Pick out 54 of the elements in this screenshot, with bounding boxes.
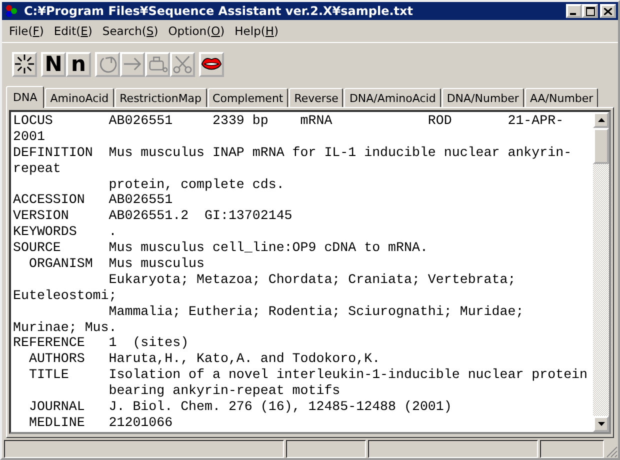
scroll-thumb[interactable] — [593, 128, 609, 164]
status-panel — [540, 440, 604, 458]
text-line: VERSION AB026551.2 GI:13702145 — [13, 208, 294, 224]
toolbar-button[interactable]: N — [41, 52, 66, 76]
text-line: ACCESSION AB026551 — [13, 192, 174, 208]
text-line: SOURCE Mus musculus cell_line:OP9 cDNA to mRNA. — [13, 240, 429, 256]
maximize-icon — [586, 6, 594, 16]
minimize-button[interactable] — [566, 4, 582, 18]
tab[interactable]: DNA/AminoAcid — [344, 88, 441, 107]
tab[interactable]: AminoAcid — [45, 88, 114, 107]
menu-item[interactable]: Search(S) — [99, 24, 166, 38]
text-line: REFERENCE 1 (sites) — [13, 335, 190, 352]
app-icon — [4, 3, 20, 19]
text-line: MEDLINE 21201066 — [28, 414, 174, 431]
vertical-scrollbar[interactable] — [593, 112, 609, 432]
text-line: bearing ankyrin-repeat motifs — [108, 383, 342, 400]
text-line: Eukaryota; Metazoa; Chordata; Craniata; Vertebrata; — [108, 272, 517, 288]
down-arrow-icon — [598, 422, 604, 426]
scissors-icon — [172, 53, 193, 75]
resize-grip-icon — [606, 446, 618, 458]
text-line: LOCUS AB026551 2339 bp mRNA ROD 21-APR- — [13, 113, 565, 129]
close-icon — [604, 8, 612, 14]
tab[interactable]: Reverse — [289, 88, 344, 107]
text-line: AUTHORS Haruta,H., Kato,A. and Todokoro,K. — [28, 351, 382, 368]
text-line: Murinae; Mus. — [13, 320, 118, 336]
text-line: JOURNAL J. Biol. Chem. 276 (16), 12485-12488 (2001) — [28, 399, 453, 415]
text-line: Euteleostomi; — [13, 288, 118, 304]
text-line: DEFINITION Mus musculus INAP mRNA for IL-1 inducible nuclear ankyrin- — [13, 144, 573, 161]
menu-item[interactable]: File(F) — [6, 24, 51, 38]
tab[interactable]: RestrictionMap — [114, 88, 207, 107]
menu-item[interactable]: Edit(E) — [50, 24, 100, 38]
window-title: C:¥Program Files¥Sequence Assistant ver.2.X¥sample.txt — [24, 4, 414, 18]
text-line: KEYWORDS . — [13, 224, 118, 240]
toolbar-button[interactable] — [199, 52, 224, 76]
text-line: ORGANISM Mus musculus — [28, 256, 206, 272]
close-button[interactable] — [600, 4, 616, 18]
tab[interactable]: AA/Number — [524, 88, 598, 107]
text-line: Mammalia; Eutheria; Rodentia; Sciurognathi; Muridae; — [108, 304, 525, 320]
text-line: 2001 — [13, 128, 46, 145]
up-arrow-icon — [598, 118, 604, 122]
starburst-icon — [14, 53, 35, 75]
maximize-button[interactable] — [582, 4, 598, 18]
scroll-down-button[interactable] — [593, 416, 609, 432]
menu-item[interactable]: Option(O) — [165, 24, 232, 38]
tab[interactable]: DNA/Number — [442, 88, 524, 107]
menu-item[interactable]: Help(H) — [232, 24, 286, 38]
tab[interactable]: Complement — [208, 88, 288, 107]
scroll-up-button[interactable] — [593, 112, 609, 128]
toolbar-button[interactable] — [12, 52, 37, 76]
text-line: repeat — [13, 160, 62, 177]
toolbar-button[interactable]: n — [66, 52, 91, 76]
text-line: TITLE Isolation of a novel interleukin-1-inducible nuclear protein — [28, 367, 589, 384]
text-line: protein, complete cds. — [108, 176, 286, 192]
tab[interactable]: DNA — [6, 86, 44, 108]
